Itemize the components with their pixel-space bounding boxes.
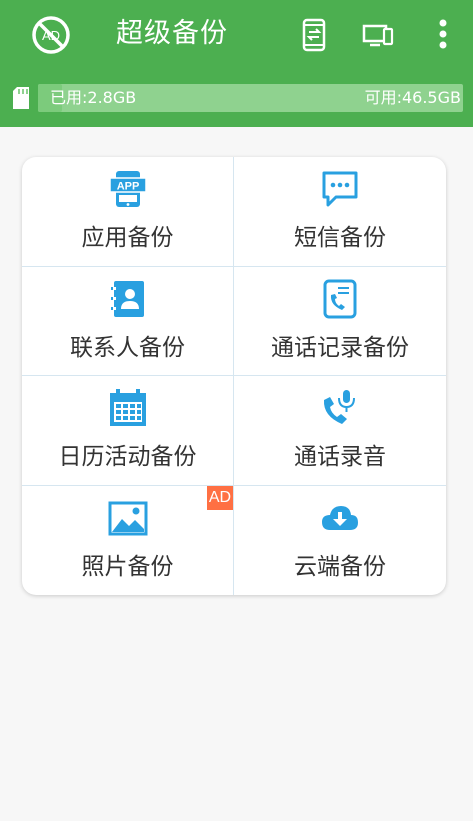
app-backup-label: 应用备份 xyxy=(81,225,174,251)
contacts-backup-label: 联系人备份 xyxy=(70,334,185,361)
devices-icon[interactable] xyxy=(362,20,394,50)
no-ads-icon[interactable]: AD xyxy=(30,14,72,56)
sms-icon xyxy=(322,171,358,207)
contacts-icon xyxy=(110,280,144,317)
backup-grid: APP 应用备份 短信备份 联系人备份 通话记录备份 日历活动备份 通话录音 照… xyxy=(22,157,446,595)
storage-free-text: 可用:46.5GB xyxy=(364,88,461,107)
storage-bar: 已用:2.8GB 可用:46.5GB xyxy=(38,84,463,112)
sms-backup-item[interactable]: 短信备份 xyxy=(234,157,446,267)
photo-icon xyxy=(108,501,147,535)
cloud-backup-item[interactable]: 云端备份 xyxy=(234,486,446,596)
calendar-icon xyxy=(109,389,146,426)
storage-used-text: 已用:2.8GB xyxy=(50,88,137,107)
call-log-backup-item[interactable]: 通话记录备份 xyxy=(234,267,446,376)
calendar-backup-label: 日历活动备份 xyxy=(58,444,197,470)
more-options-icon[interactable] xyxy=(432,18,454,54)
contacts-backup-item[interactable]: 联系人备份 xyxy=(22,266,234,376)
calendar-backup-item[interactable]: 日历活动备份 xyxy=(22,376,234,486)
app-backup-item[interactable]: APP 应用备份 xyxy=(22,157,234,267)
cloud-backup-label: 云端备份 xyxy=(294,553,386,580)
photo-backup-item[interactable]: 照片备份 AD xyxy=(22,485,234,595)
header: AD 超级备份 已用:2.8GB xyxy=(0,0,473,127)
app-bar: AD 超级备份 xyxy=(0,0,473,70)
svg-text:APP: APP xyxy=(116,181,139,193)
storage-indicator: 已用:2.8GB 可用:46.5GB xyxy=(8,83,465,113)
call-recording-label: 通话录音 xyxy=(294,444,386,470)
sms-backup-label: 短信备份 xyxy=(294,225,386,251)
app-icon: APP xyxy=(108,171,147,207)
cloud-download-icon xyxy=(322,505,358,530)
phone-transfer-icon[interactable] xyxy=(300,18,328,52)
app-title: 超级备份 xyxy=(116,18,228,49)
photo-backup-label: 照片备份 xyxy=(81,553,174,580)
call-recording-item[interactable]: 通话录音 xyxy=(234,376,446,486)
sd-card-icon xyxy=(13,87,29,109)
ad-badge: AD xyxy=(207,485,233,510)
call-recording-icon xyxy=(323,390,355,424)
call-log-icon xyxy=(323,279,357,318)
call-log-backup-label: 通话记录备份 xyxy=(271,334,409,361)
